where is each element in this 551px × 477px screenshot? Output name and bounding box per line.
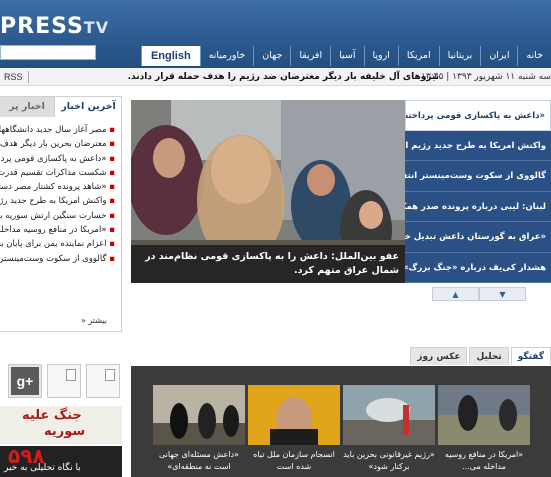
- main-nav: خانه ایران بریتانیا امریکا اروپا آسیا اف…: [140, 46, 551, 66]
- headline-item[interactable]: «داعش به پاکسازی قومی پرداخته است»: [405, 100, 551, 131]
- search-input[interactable]: [0, 45, 96, 60]
- media-caption: «داعش مسئله‌ای جهانی است نه منطقه‌ای»: [159, 450, 239, 471]
- tab-photo-of-day[interactable]: عکس روز: [410, 347, 468, 365]
- list-item[interactable]: ▪ خسارت سنگین ارتش سوریه به شبکه‌ها: [0, 209, 115, 223]
- list-item[interactable]: ▪ معترضان بحرین بار دیگر هدف حمله قرار گ…: [0, 137, 115, 151]
- banner-subtitle: سوریه: [44, 424, 86, 439]
- media-item[interactable]: «امریکا در منافع روسیه مداخله می...: [438, 385, 530, 473]
- share-button[interactable]: [47, 364, 81, 398]
- rss-divider: [28, 71, 29, 83]
- latest-news-list: ▪ مصر آغاز سال جدید دانشگاهها را به تعوی…: [0, 123, 115, 266]
- nav-item-middle-east[interactable]: خاورمیانه: [199, 46, 254, 66]
- war-on-syria-banner[interactable]: جنگ علیه سوریه: [0, 406, 122, 444]
- site-header: PRESSTV خانه ایران بریتانیا امریکا اروپا…: [0, 0, 551, 68]
- headline-item[interactable]: واکنش امریکا به طرح جدید رژیم اسرائیل: [405, 130, 551, 161]
- list-item[interactable]: ▪ گالووی از سکوت وست‌مینستر انتقاد کرد: [0, 252, 115, 266]
- rss-link[interactable]: RSS: [4, 68, 23, 86]
- logo-text: PRESSTV: [0, 14, 110, 39]
- media-thumbnail: [438, 385, 530, 445]
- slideshow-headlines: «داعش به پاکسازی قومی پرداخته است» واکنش…: [405, 100, 551, 283]
- slideshow-image[interactable]: عفو بین‌الملل: داعش را به پاکسازی قومی ن…: [131, 100, 405, 283]
- ticker-date: سه شنبه ۱۱ شهریور ۱۳۹۳ | ۱۳:۴۵: [421, 72, 551, 82]
- headline-item[interactable]: لبنان: لیبی درباره پرونده صدر همکاری کند: [405, 191, 551, 222]
- media-item[interactable]: انسجام سازمان ملل تباه شده است: [248, 385, 340, 473]
- slideshow-caption[interactable]: عفو بین‌الملل: داعش را به پاکسازی قومی ن…: [131, 245, 405, 283]
- press-tv-logo[interactable]: PRESSTV: [0, 6, 110, 39]
- headline-item[interactable]: هشدار کی‌یف درباره «جنگ بزرگ» اروپا: [405, 252, 551, 283]
- nav-item-britain[interactable]: بریتانیا: [438, 46, 481, 66]
- more-link[interactable]: » بیشتر: [81, 316, 107, 325]
- list-item[interactable]: ▪ «شاهد پرونده کشتار مصر دستگیر شد»: [0, 180, 115, 194]
- media-strip: «امریکا در منافع روسیه مداخله می... «رژیم…: [131, 366, 551, 477]
- headline-item[interactable]: گالووی از سکوت وست‌مینستر انتقاد کرد: [405, 161, 551, 192]
- tab-popular-news[interactable]: اخبار پر: [0, 97, 54, 117]
- nav-item-europe[interactable]: اروپا: [363, 46, 398, 66]
- list-item[interactable]: ▪ «داعش به پاکسازی قومی پرداخته است»: [0, 152, 115, 166]
- list-item[interactable]: ▪ اعزام نماینده یمن برای پایان بحران: [0, 237, 115, 251]
- media-caption: «رژیم غیرقانونی بحرین باید برکنار شود»: [343, 450, 435, 471]
- list-item[interactable]: ▪ واکنش امریکا به طرح جدید رژیم اسرائیل: [0, 194, 115, 208]
- ticker-headline[interactable]: نیروهای آل خلیفه بار دیگر معترضان ضد رژی…: [128, 68, 439, 86]
- document-icon: [105, 369, 115, 381]
- nav-item-world[interactable]: جهان: [253, 46, 290, 66]
- slideshow-controls: ▲ ▼: [432, 287, 526, 301]
- latest-news-panel: آخرین اخبار اخبار پر ▪ مصر آغاز سال جدید…: [0, 96, 122, 332]
- program-banner[interactable]: ۵۹۸ با نگاه تحلیلی به خبر: [0, 446, 122, 477]
- nav-item-asia[interactable]: آسیا: [330, 46, 363, 66]
- media-thumbnail: [343, 385, 435, 445]
- nav-item-home[interactable]: خانه: [517, 46, 551, 66]
- banner-text: با نگاه تحلیلی به خبر: [4, 463, 81, 473]
- media-item[interactable]: «داعش مسئله‌ای جهانی است نه منطقه‌ای»: [153, 385, 245, 473]
- nav-item-africa[interactable]: افریقا: [290, 46, 330, 66]
- google-plus-icon: g+: [11, 367, 39, 395]
- up-arrow-icon[interactable]: ▲: [432, 287, 479, 301]
- list-item[interactable]: ▪ «امریکا در منافع روسیه مداخله می‌کند»: [0, 223, 115, 237]
- document-icon: [66, 369, 76, 381]
- media-thumbnail: [248, 385, 340, 445]
- nav-item-america[interactable]: امریکا: [397, 46, 439, 66]
- list-item[interactable]: ▪ شکست مذاکرات تقسیم قدرت در افغانستان: [0, 166, 115, 180]
- media-caption: انسجام سازمان ملل تباه شده است: [253, 450, 335, 471]
- nav-item-iran[interactable]: ایران: [480, 46, 517, 66]
- media-caption: «امریکا در منافع روسیه مداخله می...: [444, 450, 524, 471]
- list-item[interactable]: ▪ مصر آغاز سال جدید دانشگاهها را به تعوی…: [0, 123, 115, 137]
- tab-analysis[interactable]: تحلیل: [469, 347, 509, 365]
- media-thumbnail: [153, 385, 245, 445]
- down-arrow-icon[interactable]: ▼: [479, 287, 526, 301]
- headline-item[interactable]: «عراق به گورستان داعش تبدیل خواهد شد»: [405, 222, 551, 253]
- share-button[interactable]: [86, 364, 120, 398]
- media-tabs: گفتگو تحلیل عکس روز: [410, 347, 551, 365]
- banner-title: جنگ علیه: [22, 408, 82, 423]
- tab-interview[interactable]: گفتگو: [510, 347, 551, 365]
- latest-news-tabs: آخرین اخبار اخبار پر: [0, 97, 121, 117]
- news-ticker: RSS سه شنبه ۱۱ شهریور ۱۳۹۳ | ۱۳:۴۵ نیروه…: [0, 68, 551, 86]
- media-item[interactable]: «رژیم غیرقانونی بحرین باید برکنار شود»: [343, 385, 435, 473]
- google-plus-button[interactable]: g+: [8, 364, 42, 398]
- nav-item-english[interactable]: English: [140, 46, 200, 66]
- tab-latest-news[interactable]: آخرین اخبار: [54, 97, 121, 117]
